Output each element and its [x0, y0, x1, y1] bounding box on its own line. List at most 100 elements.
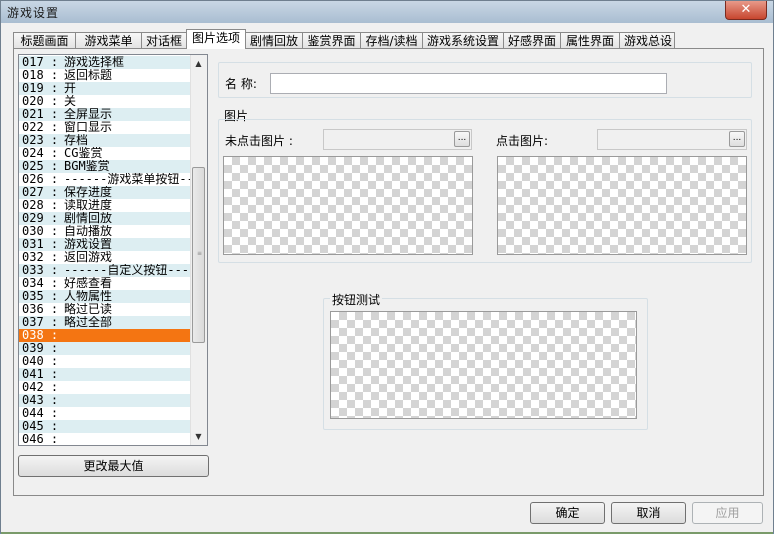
list-item[interactable]: 035 : 人物属性: [19, 290, 191, 303]
list-item-number: 031 :: [22, 238, 59, 251]
list-item-text: 剧情回放: [64, 212, 113, 225]
list-item-number: 027 :: [22, 186, 59, 199]
list-item[interactable]: 032 : 返回游戏: [19, 251, 191, 264]
change-max-button[interactable]: 更改最大值: [18, 455, 209, 477]
ok-button[interactable]: 确定: [530, 502, 605, 524]
tab-item[interactable]: 标题画面: [13, 32, 76, 48]
list-item-number: 033 :: [22, 264, 59, 277]
list-item-number: 017 :: [22, 56, 59, 69]
list-item-number: 046 :: [22, 433, 59, 446]
list-item[interactable]: 019 : 开: [19, 82, 191, 95]
button-test-label: 按钮测试: [330, 291, 383, 308]
list-item-number: 032 :: [22, 251, 59, 264]
list-item-number: 045 :: [22, 420, 59, 433]
list-item-text: 关: [64, 95, 77, 108]
scroll-down-icon[interactable]: ▼: [194, 432, 203, 441]
list-item-number: 042 :: [22, 381, 59, 394]
unclicked-picture-label: 未点击图片 :: [225, 134, 293, 148]
list-scrollbar[interactable]: ▲ ≡ ▼: [190, 55, 207, 445]
list-item[interactable]: 020 : 关: [19, 95, 191, 108]
tab-item[interactable]: 存档/读档: [360, 32, 423, 48]
name-input[interactable]: [270, 73, 667, 94]
button-test-preview[interactable]: [330, 311, 637, 419]
grip-icon: ≡: [197, 250, 203, 257]
list-item-text: 游戏选择框: [64, 56, 125, 69]
settings-window: 游戏设置 ✕ 标题画面 游戏菜单 对话框 图片选项 剧情回放 鉴赏界面 存档/读档 游戏系统设…: [0, 0, 774, 534]
list-item-number: 034 :: [22, 277, 59, 290]
list-item[interactable]: 030 : 自动播放: [19, 225, 191, 238]
list-item-text: 略过已读: [64, 303, 113, 316]
tab-item[interactable]: 游戏系统设置: [422, 32, 504, 48]
list-item[interactable]: 031 : 游戏设置: [19, 238, 191, 251]
unclicked-picture-preview: [223, 156, 473, 255]
list-item-text: 返回标题: [64, 69, 113, 82]
list-item-text: 开: [64, 82, 77, 95]
list-item-number: 024 :: [22, 147, 59, 160]
list-item-number: 043 :: [22, 394, 59, 407]
scroll-thumb[interactable]: ≡: [192, 167, 205, 343]
list-item[interactable]: 046 :: [19, 433, 191, 446]
tab-item[interactable]: 游戏总设: [619, 32, 675, 48]
list-item-text: 读取进度: [64, 199, 113, 212]
list-item[interactable]: 040 :: [19, 355, 191, 368]
list-item[interactable]: 026 : ------游戏菜单按钮----: [19, 173, 191, 186]
unclicked-browse-button[interactable]: ...: [454, 131, 470, 147]
name-label: 名 称:: [225, 77, 257, 91]
list-item-number: 039 :: [22, 342, 59, 355]
list-item[interactable]: 038 :: [19, 329, 191, 342]
list-item[interactable]: 037 : 略过全部: [19, 316, 191, 329]
list-item[interactable]: 042 :: [19, 381, 191, 394]
list-item[interactable]: 025 : BGM鉴赏: [19, 160, 191, 173]
list-item[interactable]: 018 : 返回标题: [19, 69, 191, 82]
list-item[interactable]: 043 :: [19, 394, 191, 407]
list-item-number: 019 :: [22, 82, 59, 95]
list-item-number: 035 :: [22, 290, 59, 303]
close-button[interactable]: ✕: [725, 1, 767, 20]
tab-item[interactable]: 鉴赏界面: [302, 32, 361, 48]
scroll-up-icon[interactable]: ▲: [194, 59, 203, 68]
clicked-browse-button[interactable]: ...: [729, 131, 745, 147]
list-item[interactable]: 033 : ------自定义按钮------: [19, 264, 191, 277]
tab-item[interactable]: 属性界面: [560, 32, 620, 48]
list-item-number: 041 :: [22, 368, 59, 381]
unclicked-picture-field[interactable]: [323, 129, 472, 150]
list-item[interactable]: 028 : 读取进度: [19, 199, 191, 212]
list-item-text: 略过全部: [64, 316, 113, 329]
tab-item[interactable]: 游戏菜单: [75, 32, 142, 48]
list-item[interactable]: 024 : CG鉴赏: [19, 147, 191, 160]
list-item[interactable]: 027 : 保存进度: [19, 186, 191, 199]
list-item[interactable]: 022 : 窗口显示: [19, 121, 191, 134]
list-item-text: ------自定义按钮------: [64, 264, 191, 277]
list-item[interactable]: 034 : 好感查看: [19, 277, 191, 290]
clicked-picture-preview: [497, 156, 747, 255]
tab-item[interactable]: 图片选项: [186, 29, 246, 49]
list-item-text: 人物属性: [64, 290, 113, 303]
title-bar[interactable]: 游戏设置 ✕: [1, 1, 773, 23]
tab-item[interactable]: 剧情回放: [245, 32, 303, 48]
list-item[interactable]: 029 : 剧情回放: [19, 212, 191, 225]
list-item[interactable]: 017 : 游戏选择框: [19, 56, 191, 69]
close-icon: ✕: [740, 2, 752, 17]
list-item-text: 存档: [64, 134, 89, 147]
list-item-number: 030 :: [22, 225, 59, 238]
list-item[interactable]: 023 : 存档: [19, 134, 191, 147]
list-item[interactable]: 044 :: [19, 407, 191, 420]
clicked-picture-field[interactable]: [597, 129, 747, 150]
list-item-number: 022 :: [22, 121, 59, 134]
list-item[interactable]: 039 :: [19, 342, 191, 355]
list-item-number: 044 :: [22, 407, 59, 420]
list-item[interactable]: 041 :: [19, 368, 191, 381]
clicked-picture-label: 点击图片:: [496, 134, 549, 148]
list-item-number: 018 :: [22, 69, 59, 82]
cancel-button[interactable]: 取消: [611, 502, 686, 524]
list-item-number: 036 :: [22, 303, 59, 316]
list-item[interactable]: 045 :: [19, 420, 191, 433]
list-item-number: 021 :: [22, 108, 59, 121]
item-list[interactable]: 017 : 游戏选择框 018 : 返回标题 019 : 开 020 : 关 021 : 全屏显示…: [18, 54, 208, 446]
list-item-text: BGM鉴赏: [64, 160, 110, 173]
apply-button[interactable]: 应用: [692, 502, 763, 524]
tab-item[interactable]: 对话框: [141, 32, 187, 48]
tab-item[interactable]: 好感界面: [503, 32, 561, 48]
list-item[interactable]: 021 : 全屏显示: [19, 108, 191, 121]
list-item[interactable]: 036 : 略过已读: [19, 303, 191, 316]
